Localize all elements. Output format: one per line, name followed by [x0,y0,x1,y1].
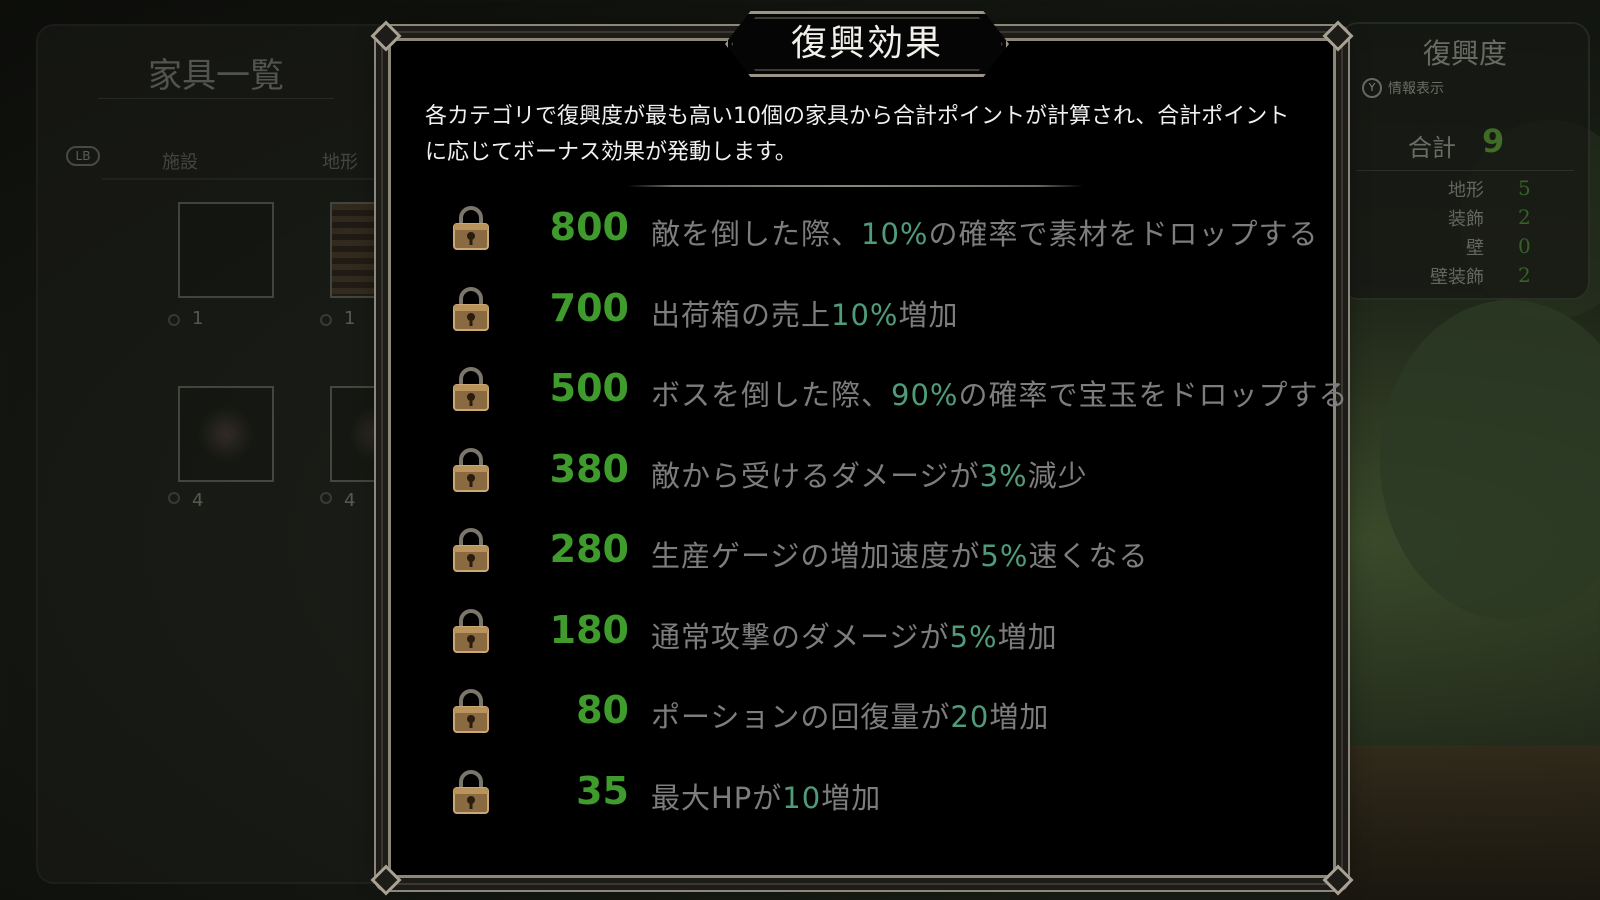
lb-button-icon[interactable]: LB [66,146,100,166]
bonus-text-prefix: 生産ゲージの増加速度が [651,539,981,573]
bonus-text-suffix: の確率で宝玉をドロップする [958,378,1349,412]
bonus-description: 最大HPが10増加 [651,775,881,817]
lock-icon [451,447,491,493]
bonus-row: 500 ボスを倒した際、90%の確率で宝玉をドロップする [451,358,1347,418]
info-display-label[interactable]: 情報表示 [1388,78,1444,98]
bonus-points: 180 [549,607,629,652]
bonus-value: 5% [980,539,1029,573]
restoration-icon [320,314,332,326]
bonus-value: 10% [861,217,929,251]
category-row: 地形 5 [1342,176,1588,204]
background-tree [1380,300,1600,620]
restoration-effects-modal: 復興効果 各カテゴリで復興度が最も高い10個の家具から合計ポイントが計算され、合… [370,11,1354,896]
panel-divider [1356,170,1574,171]
bonus-text-prefix: ポーションの回復量が [651,700,951,734]
category-label: 地形 [1448,180,1484,201]
lock-icon [451,286,491,332]
bonus-text-prefix: 敵を倒した際、 [651,217,862,251]
category-row: 壁装飾 2 [1342,263,1588,291]
modal-title: 復興効果 [790,23,943,64]
background-ground [1330,745,1600,900]
bonus-row: 380 敵から受けるダメージが3%減少 [451,439,1291,499]
restoration-title: 復興度 [1422,37,1507,70]
category-label: 装飾 [1448,209,1484,230]
bonus-row: 35 最大HPが10増加 [451,761,1291,821]
bonus-description: 敵から受けるダメージが3%減少 [651,453,1088,495]
bonus-description: ポーションの回復量が20増加 [651,694,1049,736]
item-count: 1 [192,308,204,329]
item-count: 1 [344,308,356,329]
category-value: 0 [1518,234,1531,258]
modal-description: 各カテゴリで復興度が最も高い10個の家具から合計ポイントが計算され、合計ポイント… [425,104,1290,165]
bonus-description: ボスを倒した際、90%の確率で宝玉をドロップする [651,372,1349,414]
bonus-text-suffix: 増加 [997,619,1058,654]
bonus-text-suffix: 増加 [898,297,959,332]
bonus-description: 敵を倒した際、10%の確率で素材をドロップする [651,211,1319,253]
bonus-text-suffix: 速くなる [1028,539,1149,573]
lock-icon [451,688,491,734]
bonus-description: 通常攻撃のダメージが5%増加 [651,614,1058,656]
restoration-icon [168,492,180,504]
restoration-level-panel: 復興度 Y 情報表示 合計 9 地形 5 装飾 2 壁 0 壁装飾 2 [1340,22,1590,300]
bonus-value: 20 [950,700,990,734]
category-value: 2 [1518,263,1531,287]
total-value: 9 [1482,122,1505,160]
bonus-value: 5% [949,619,998,654]
lock-icon [451,366,491,412]
restoration-icon [168,314,180,326]
bonus-text-prefix: 敵から受けるダメージが [651,458,980,493]
item-count: 4 [344,490,356,511]
item-count: 4 [192,490,204,511]
bonus-points: 800 [549,205,629,249]
title-divider [98,98,334,99]
y-button-icon[interactable]: Y [1362,78,1382,98]
lock-icon [451,205,491,251]
bonus-row: 80 ポーションの回復量が20増加 [451,680,1291,740]
furniture-list-panel: 家具一覧 LB 施設 地形 1 1 4 4 [36,24,426,884]
bonus-row: 280 生産ゲージの増加速度が5%速くなる [451,519,1291,579]
bonus-text-prefix: 最大HPが [651,780,783,815]
category-row: 装飾 2 [1342,205,1588,233]
bonus-row: 800 敵を倒した際、10%の確率で素材をドロップする [451,197,1317,257]
bonus-points: 80 [576,688,629,732]
total-label: 合計 [1408,134,1456,162]
bonus-text-suffix: 減少 [1027,458,1088,493]
bonus-value: 10% [831,297,899,332]
bonus-description: 生産ゲージの増加速度が5%速くなる [651,533,1148,575]
lock-icon [451,769,491,815]
restoration-icon [320,492,332,504]
tab-facility[interactable]: 施設 [162,148,198,174]
lock-icon [451,527,491,573]
bonus-text-suffix: 増加 [989,700,1050,734]
tab-terrain[interactable]: 地形 [322,148,358,174]
furniture-item-slot[interactable] [178,202,274,298]
bonus-points: 35 [576,768,629,813]
bonus-points: 280 [549,527,629,571]
category-label: 壁 [1466,238,1484,259]
bonus-points: 380 [549,446,629,491]
tab-underline [102,178,394,180]
bonus-value: 90% [891,378,959,412]
bonus-text-prefix: 出荷箱の売上 [651,297,832,332]
furniture-item-slot[interactable] [178,386,274,482]
bonus-text-prefix: 通常攻撃のダメージが [651,619,950,654]
lock-icon [451,608,491,654]
bonus-value: 3% [979,458,1028,493]
description-divider [627,185,1083,187]
bonus-points: 500 [549,366,629,410]
category-label: 壁装飾 [1430,267,1484,288]
bonus-row: 700 出荷箱の売上10%増加 [451,278,1291,338]
bonus-row: 180 通常攻撃のダメージが5%増加 [451,600,1291,660]
bonus-text-suffix: の確率で素材をドロップする [928,217,1319,251]
bonus-text-prefix: ボスを倒した際、 [651,378,892,412]
category-value: 2 [1518,205,1531,229]
bonus-value: 10 [782,780,822,815]
category-row: 壁 0 [1342,234,1588,262]
category-value: 5 [1518,176,1531,200]
bonus-text-suffix: 増加 [821,780,882,815]
bonus-description: 出荷箱の売上10%増加 [651,292,959,334]
furniture-list-title: 家具一覧 [148,56,284,96]
bonus-points: 700 [549,285,629,330]
